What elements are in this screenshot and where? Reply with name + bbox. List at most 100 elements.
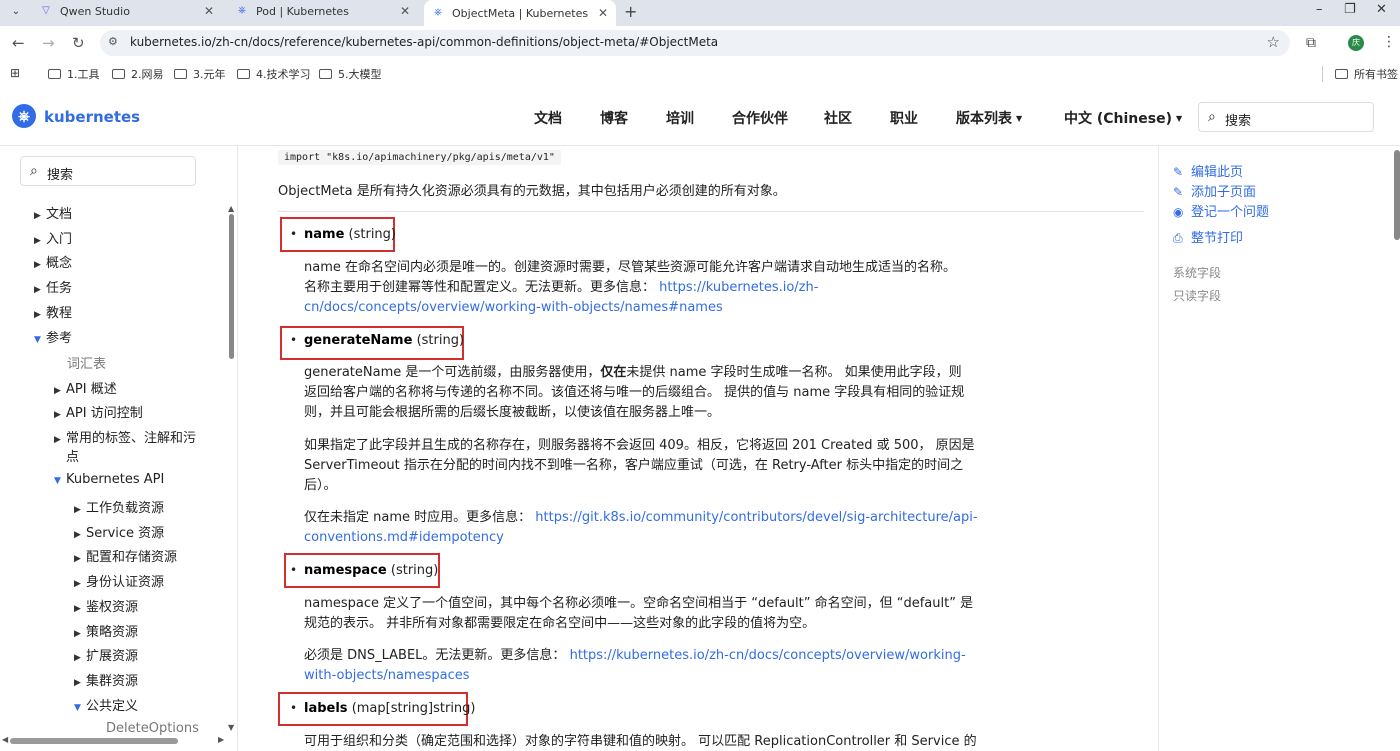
sidebar-item-api-access-control[interactable]: ▶ API 访问控制 — [54, 402, 143, 421]
text-line: 仅在未指定 name 时应用。更多信息： https://git.k8s.io/… — [304, 508, 980, 528]
add-child-page-link[interactable]: ✎ 添加子页面 — [1173, 181, 1256, 200]
close-icon[interactable]: ✕ — [204, 4, 214, 18]
sidebar-item-policy[interactable]: ▶ 策略资源 — [74, 621, 138, 640]
back-icon[interactable]: ← — [12, 34, 25, 52]
sidebar-item-labels-annotations[interactable]: ▶ 常用的标签、注解和污 — [54, 427, 196, 446]
bookmark-folder[interactable]: 4.技术学习 — [237, 66, 311, 82]
kubernetes-logo-icon[interactable]: ⎈ — [12, 104, 36, 128]
site-logo-text[interactable]: kubernetes — [44, 108, 140, 126]
close-icon[interactable]: ✕ — [400, 4, 410, 18]
sidebar-item-reference[interactable]: ▼ 参考 — [34, 327, 72, 346]
nav-partners[interactable]: 合作伙伴 — [732, 108, 788, 128]
bookmark-folder[interactable]: 2.网易 — [112, 66, 164, 82]
names-doc-link[interactable]: https://kubernetes.io/zh- — [659, 280, 818, 295]
sidebar-item-getting-started[interactable]: ▶ 入门 — [34, 228, 72, 247]
sidebar-item-glossary[interactable]: 词汇表 — [67, 353, 106, 372]
all-bookmarks-folder[interactable]: 所有书签 — [1335, 66, 1398, 82]
nav-versions-dropdown[interactable]: 版本列表 ▼ — [956, 108, 1022, 128]
new-tab-icon[interactable]: + — [624, 2, 637, 21]
scroll-down-icon[interactable]: ▼ — [228, 723, 234, 732]
sidebar-item-authorization[interactable]: ▶ 鉴权资源 — [74, 596, 138, 615]
window-close-icon[interactable]: ✕ — [1376, 2, 1387, 17]
sidebar-item-delete-options[interactable]: DeleteOptions — [106, 721, 199, 736]
text-span: 名称主要用于创建幂等性和配置定义。无法更新。更多信息： — [304, 280, 656, 295]
minimize-icon[interactable]: – — [1316, 2, 1323, 17]
url-text: kubernetes.io/zh-cn/docs/reference/kuber… — [130, 35, 719, 49]
sidebar-vertical-scrollbar[interactable] — [229, 214, 234, 359]
field-name: • name (string) — [290, 227, 396, 242]
sidebar-item-label: 概念 — [46, 256, 73, 271]
bookmark-label: 所有书签 — [1354, 68, 1398, 81]
bookmark-label: 5.大模型 — [338, 68, 382, 81]
search-placeholder: 搜索 — [1225, 114, 1252, 129]
sidebar-item-label: 教程 — [46, 306, 73, 321]
sidebar-item-label: 身份认证资源 — [86, 575, 165, 590]
idempotency-link-continued[interactable]: conventions.md#idempotency — [304, 530, 504, 545]
sidebar-item-label: 策略资源 — [86, 625, 139, 640]
page-vertical-scrollbar[interactable] — [1394, 150, 1400, 240]
scroll-right-icon[interactable]: ▶ — [218, 735, 224, 744]
reload-icon[interactable]: ↻ — [72, 34, 85, 52]
text-line: 如果指定了此字段并且生成的名称存在，则服务器将不会返回 409。相反，它将返回 … — [304, 438, 975, 453]
restore-icon[interactable]: ❐ — [1344, 2, 1356, 17]
bookmark-folder[interactable]: 3.元年 — [174, 66, 226, 82]
field-namespace: • namespace (string) — [290, 563, 439, 578]
sidebar-item-kubernetes-api[interactable]: ▼ Kubernetes API — [54, 472, 164, 487]
sidebar-item-docs[interactable]: ▶ 文档 — [34, 203, 72, 222]
sidebar-item-tasks[interactable]: ▶ 任务 — [34, 277, 72, 296]
namespaces-doc-link-continued[interactable]: with-objects/namespaces — [304, 668, 470, 683]
sidebar-item-extension[interactable]: ▶ 扩展资源 — [74, 645, 138, 664]
create-issue-link[interactable]: ◉ 登记一个问题 — [1173, 201, 1269, 220]
sidebar-item-api-overview[interactable]: ▶ API 概述 — [54, 378, 117, 397]
print-section-link[interactable]: ⎙ 整节打印 — [1173, 227, 1243, 246]
sidebar-item-authentication[interactable]: ▶ 身份认证资源 — [74, 571, 164, 590]
sidebar-item-label: API 概述 — [66, 382, 117, 397]
nav-training[interactable]: 培训 — [666, 108, 694, 128]
apps-grid-icon[interactable]: ⊞ — [10, 66, 20, 80]
sidebar-item-service-resources[interactable]: ▶ Service 资源 — [74, 522, 164, 541]
qwen-icon: ▽ — [42, 5, 50, 16]
nav-docs[interactable]: 文档 — [534, 108, 562, 128]
bookmark-folder[interactable]: 1.工具 — [48, 66, 100, 82]
text-line: 可用于组织和分类（确定范围和选择）对象的字符串键和值的映射。 可以匹配 Repl… — [304, 734, 977, 749]
avatar[interactable]: 庆 — [1348, 35, 1364, 51]
sidebar-horizontal-scrollbar[interactable] — [10, 738, 178, 744]
sidebar-item-label: 工作负载资源 — [86, 501, 165, 516]
site-search-input[interactable]: ⌕ 搜索 — [1198, 102, 1374, 132]
tab-objectmeta-kubernetes[interactable]: ⎈ ObjectMeta | Kubernetes ✕ — [424, 0, 616, 26]
site-info-icon[interactable]: ⚙ — [108, 35, 118, 48]
tab-search-chevron-icon[interactable]: ⌄ — [6, 6, 26, 24]
url-field[interactable]: ⚙ kubernetes.io/zh-cn/docs/reference/kub… — [100, 30, 1290, 56]
sidebar-item-config-storage[interactable]: ▶ 配置和存储资源 — [74, 546, 177, 565]
sidebar-item-tutorials[interactable]: ▶ 教程 — [34, 302, 72, 321]
page-toc: ✎ 编辑此页 ✎ 添加子页面 ◉ 登记一个问题 ⎙ 整节打印 系统字段 只读字段 — [1158, 146, 1400, 751]
sidebar-item-common-definitions[interactable]: ▼ 公共定义 — [74, 695, 138, 714]
toc-section-system-fields[interactable]: 系统字段 — [1173, 264, 1221, 281]
sidebar-item-concepts[interactable]: ▶ 概念 — [34, 252, 72, 271]
names-doc-link-continued[interactable]: cn/docs/concepts/overview/working-with-o… — [304, 300, 723, 315]
bookmark-label: 4.技术学习 — [256, 68, 311, 81]
nav-blog[interactable]: 博客 — [600, 108, 628, 128]
sidebar-item-cluster[interactable]: ▶ 集群资源 — [74, 670, 138, 689]
close-icon[interactable]: ✕ — [598, 6, 608, 20]
extensions-icon[interactable]: ⧉ — [1306, 35, 1316, 51]
edit-page-link[interactable]: ✎ 编辑此页 — [1173, 161, 1243, 180]
namespaces-doc-link[interactable]: https://kubernetes.io/zh-cn/docs/concept… — [570, 648, 966, 663]
scroll-up-icon[interactable]: ▲ — [228, 204, 234, 213]
bookmark-star-icon[interactable]: ☆ — [1267, 33, 1280, 51]
browser-menu-icon[interactable]: ⋮ — [1382, 34, 1396, 50]
bookmark-folder[interactable]: 5.大模型 — [319, 66, 382, 82]
sidebar-item-label-continuation[interactable]: 点 — [66, 446, 79, 465]
text-line: ServerTimeout 指示在分配的时间内找不到唯一名称，客户端应重试（可选… — [304, 458, 964, 473]
nav-language-dropdown[interactable]: 中文 (Chinese) ▼ — [1064, 108, 1182, 128]
sidebar-search-input[interactable]: ⌕ 搜索 — [20, 156, 196, 186]
sidebar-item-workload-resources[interactable]: ▶ 工作负载资源 — [74, 497, 164, 516]
scroll-left-icon[interactable]: ◀ — [2, 735, 8, 744]
nav-community[interactable]: 社区 — [824, 108, 852, 128]
tab-pod-kubernetes[interactable]: ⎈ Pod | Kubernetes ✕ — [228, 0, 418, 22]
nav-careers[interactable]: 职业 — [890, 108, 918, 128]
forward-icon[interactable]: → — [42, 34, 55, 52]
toc-section-readonly-fields[interactable]: 只读字段 — [1173, 287, 1221, 304]
tab-qwen-studio[interactable]: ▽ Qwen Studio ✕ — [32, 0, 222, 22]
idempotency-link[interactable]: https://git.k8s.io/community/contributor… — [535, 510, 977, 525]
